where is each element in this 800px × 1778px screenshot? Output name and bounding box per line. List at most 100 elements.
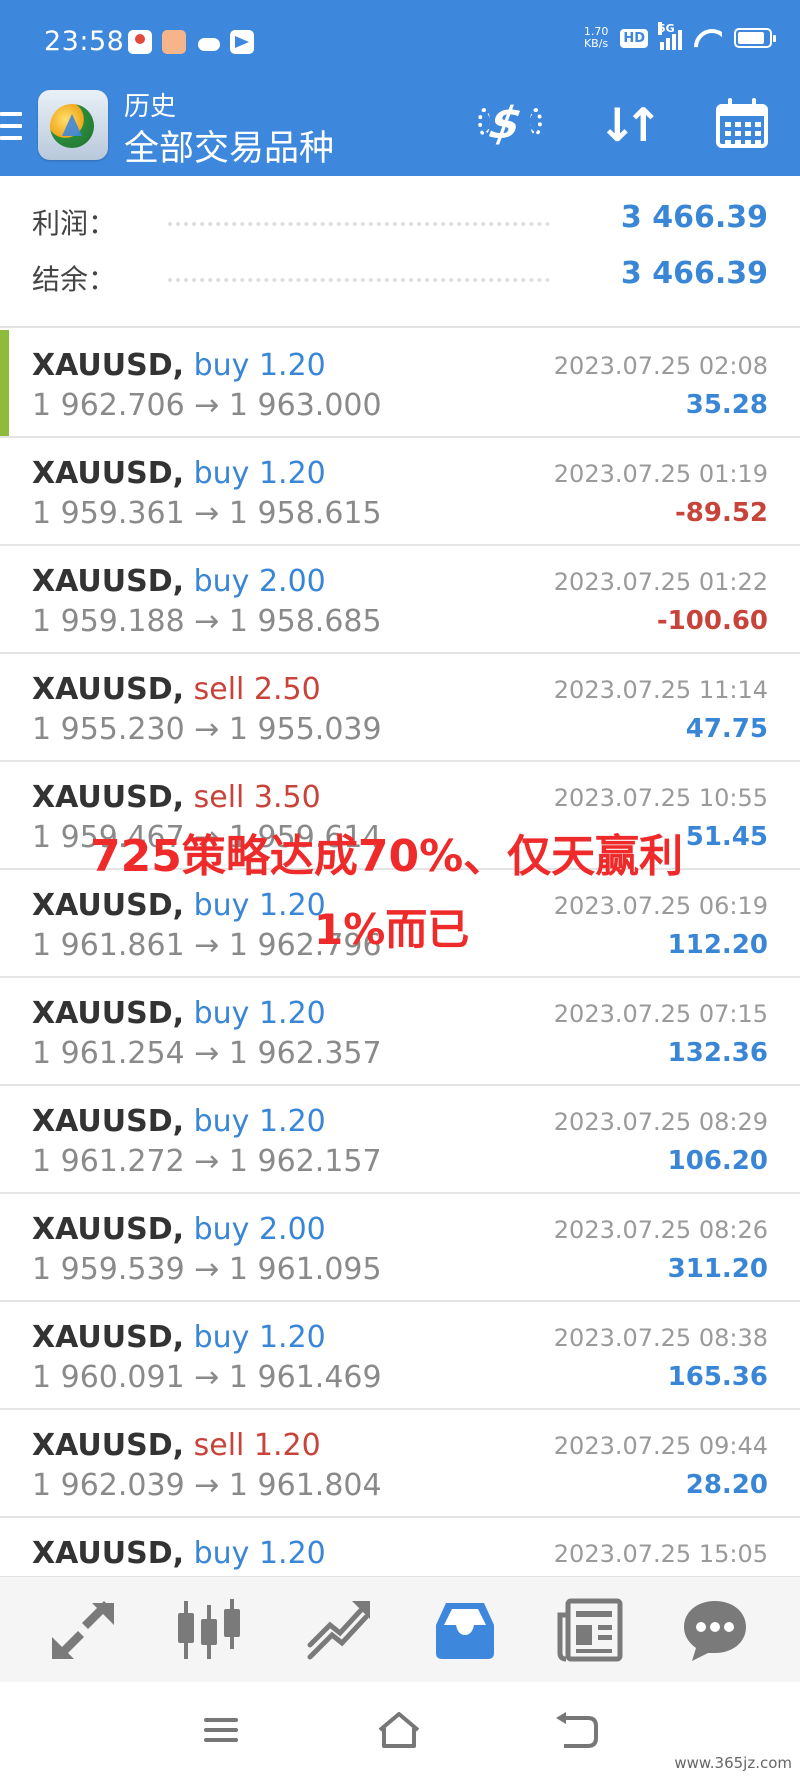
- calendar-icon[interactable]: [716, 96, 768, 152]
- trade-history-list[interactable]: XAUUSD, buy 1.20 1 962.706 → 1 963.000 202…: [0, 330, 800, 1576]
- profit-row: 利润： 3 466.39: [0, 198, 800, 246]
- wifi-icon: [694, 27, 722, 49]
- trade-row[interactable]: XAUUSD, sell 1.20 1 962.039 → 1 961.804 20…: [0, 1410, 800, 1518]
- back-icon[interactable]: [552, 1708, 602, 1752]
- trade-type: sell: [193, 672, 245, 707]
- arrow-right-icon: →: [194, 496, 220, 531]
- map-pin-icon: [128, 30, 152, 54]
- trade-volume: 2.50: [253, 672, 321, 707]
- watermark: www.365jz.com: [674, 1754, 792, 1772]
- trade-type: buy: [193, 1104, 250, 1139]
- home-icon[interactable]: [374, 1708, 424, 1752]
- trade-row[interactable]: XAUUSD, sell 2.50 1 955.230 → 1 955.039 20…: [0, 654, 800, 762]
- status-indicators: 1.70 KB/s HD 5G: [584, 22, 776, 50]
- trade-datetime: 2023.07.25 11:14: [553, 676, 768, 704]
- chart-icon[interactable]: [174, 1595, 244, 1665]
- trade-close-price: 1 963.000: [228, 388, 382, 423]
- trade-header: XAUUSD, sell 3.50: [32, 780, 321, 815]
- trade-header: XAUUSD, sell 1.20: [32, 1428, 321, 1463]
- status-time: 23:58: [44, 26, 125, 57]
- trade-prices: 1 961.254 → 1 962.357: [32, 1036, 382, 1071]
- signal-icon: 5G: [658, 22, 682, 50]
- trade-open-price: 1 959.361: [32, 496, 185, 531]
- trade-close-price: 1 961.095: [228, 1252, 382, 1287]
- menu-icon[interactable]: [0, 112, 22, 146]
- arrow-right-icon: →: [194, 604, 220, 639]
- trade-volume: 1.20: [258, 348, 326, 383]
- trade-profit: 106.20: [667, 1146, 768, 1176]
- balance-row: 结余： 3 466.39: [0, 254, 800, 302]
- recents-icon[interactable]: [196, 1708, 246, 1752]
- history-icon[interactable]: [430, 1595, 500, 1665]
- trade-header: XAUUSD, sell 2.50: [32, 672, 321, 707]
- dollar-refresh-icon[interactable]: $: [478, 96, 542, 152]
- trade-row[interactable]: XAUUSD, buy 1.20 1 961.272 → 1 962.157 202…: [0, 1086, 800, 1194]
- trade-row[interactable]: XAUUSD, buy 1.20 1 959.361 → 1 958.615 202…: [0, 438, 800, 546]
- arrow-right-icon: →: [194, 712, 220, 747]
- trade-profit: 311.20: [667, 1254, 768, 1284]
- trade-close-price: 1 962.157: [228, 1144, 382, 1179]
- trade-close-price: 1 961.804: [228, 1468, 382, 1503]
- trade-prices: 1 961.861 → 1 962.796: [32, 928, 382, 963]
- trade-symbol: XAUUSD,: [32, 1104, 185, 1139]
- cloud-icon: [196, 30, 220, 54]
- trade-volume: 1.20: [258, 888, 326, 923]
- trade-symbol: XAUUSD,: [32, 1536, 185, 1571]
- trade-open-price: 1 959.188: [32, 604, 185, 639]
- trade-datetime: 2023.07.25 06:19: [553, 892, 768, 920]
- trade-prices: 1 959.188 → 1 958.685: [32, 604, 382, 639]
- chat-icon[interactable]: [680, 1595, 750, 1665]
- trade-header: XAUUSD, buy 1.20: [32, 1536, 326, 1571]
- bottom-navigation: [0, 1576, 800, 1682]
- trade-datetime: 2023.07.25 01:22: [553, 568, 768, 596]
- trade-row[interactable]: XAUUSD, buy 1.20 1 960.091 → 1 961.469 202…: [0, 1302, 800, 1410]
- trade-row[interactable]: XAUUSD, buy 1.20 2023.07.25 15:05: [0, 1518, 800, 1576]
- trade-row[interactable]: XAUUSD, buy 2.00 1 959.539 → 1 961.095 202…: [0, 1194, 800, 1302]
- trade-prices: 1 955.230 → 1 955.039: [32, 712, 382, 747]
- trade-type: buy: [193, 348, 250, 383]
- trade-row[interactable]: XAUUSD, buy 1.20 1 961.861 → 1 962.796 202…: [0, 870, 800, 978]
- trade-close-price: 1 962.357: [228, 1036, 382, 1071]
- quotes-icon[interactable]: [48, 1595, 118, 1665]
- trade-open-price: 1 959.467: [32, 820, 185, 855]
- trade-volume: 1.20: [253, 1428, 321, 1463]
- page-title[interactable]: 全部交易品种: [124, 120, 334, 171]
- dotted-leader: [168, 222, 550, 226]
- battery-icon: [734, 28, 776, 48]
- trade-datetime: 2023.07.25 08:26: [553, 1216, 768, 1244]
- trade-open-price: 1 961.861: [32, 928, 185, 963]
- trade-datetime: 2023.07.25 08:38: [553, 1324, 768, 1352]
- trade-volume: 3.50: [253, 780, 321, 815]
- trade-icon[interactable]: [304, 1595, 374, 1665]
- arrow-right-icon: →: [194, 1036, 220, 1071]
- trade-header: XAUUSD, buy 1.20: [32, 348, 326, 383]
- trade-profit: 112.20: [667, 930, 768, 960]
- trade-type: buy: [193, 1212, 250, 1247]
- trade-header: XAUUSD, buy 2.00: [32, 564, 326, 599]
- trade-prices: 1 959.539 → 1 961.095: [32, 1252, 382, 1287]
- trade-symbol: XAUUSD,: [32, 1428, 185, 1463]
- arrow-right-icon: →: [194, 928, 220, 963]
- trade-profit: 47.75: [685, 714, 768, 744]
- trade-profit: 165.36: [667, 1362, 768, 1392]
- trade-prices: 1 962.039 → 1 961.804: [32, 1468, 382, 1503]
- taobao-icon: [162, 30, 186, 54]
- trade-type: buy: [193, 564, 250, 599]
- sort-icon[interactable]: ↓ ↑: [598, 96, 663, 152]
- trade-header: XAUUSD, buy 1.20: [32, 888, 326, 923]
- trade-open-price: 1 959.539: [32, 1252, 185, 1287]
- trade-prices: 1 961.272 → 1 962.157: [32, 1144, 382, 1179]
- trade-row[interactable]: XAUUSD, buy 2.00 1 959.188 → 1 958.685 202…: [0, 546, 800, 654]
- trade-type: buy: [193, 996, 250, 1031]
- trade-row[interactable]: XAUUSD, buy 1.20 1 962.706 → 1 963.000 202…: [0, 330, 800, 438]
- arrow-right-icon: →: [194, 1468, 220, 1503]
- trade-symbol: XAUUSD,: [32, 996, 185, 1031]
- arrow-right-icon: →: [194, 388, 220, 423]
- trade-row[interactable]: XAUUSD, buy 1.20 1 961.254 → 1 962.357 202…: [0, 978, 800, 1086]
- trade-header: XAUUSD, buy 1.20: [32, 1320, 326, 1355]
- news-icon[interactable]: [556, 1595, 626, 1665]
- trade-row[interactable]: XAUUSD, sell 3.50 1 959.467 → 1 959.614 20…: [0, 762, 800, 870]
- trade-prices: 1 959.361 → 1 958.615: [32, 496, 382, 531]
- trade-type: buy: [193, 1320, 250, 1355]
- trade-symbol: XAUUSD,: [32, 888, 185, 923]
